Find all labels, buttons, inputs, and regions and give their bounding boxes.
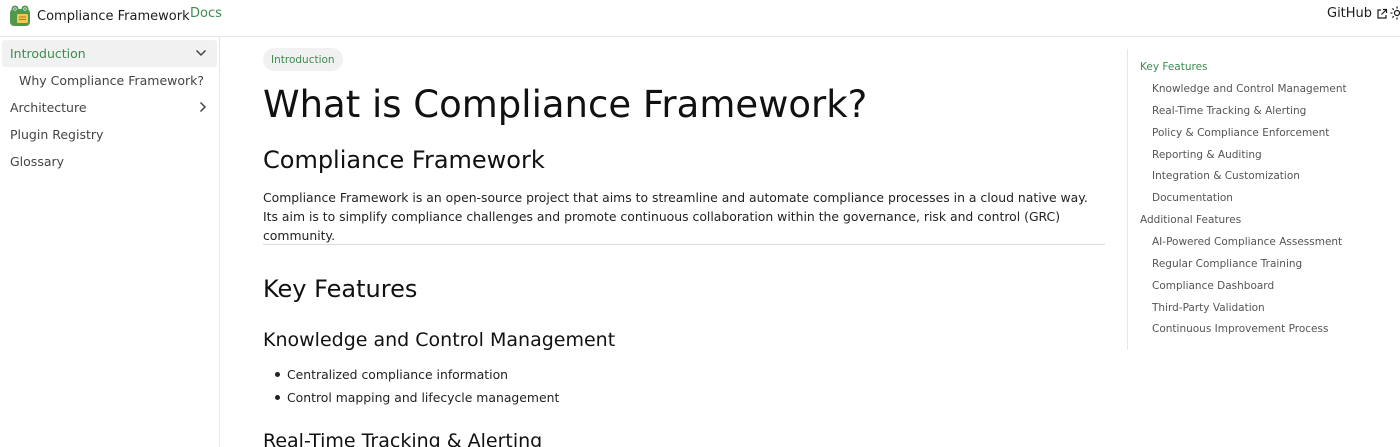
section-heading-key-features: Key Features (263, 275, 418, 303)
divider (263, 244, 1105, 245)
toc-item-continuous-improvement[interactable]: Continuous Improvement Process (1152, 323, 1328, 335)
subheading-realtime-tracking: Real-Time Tracking & Alerting (263, 430, 543, 447)
sidebar-item-label: Plugin Registry (10, 127, 104, 142)
sidebar-item-architecture[interactable]: Architecture (0, 94, 219, 121)
toc-item-additional-features[interactable]: Additional Features (1140, 214, 1241, 226)
sidebar: Introduction Why Compliance Framework? A… (0, 37, 220, 447)
toc-item-knowledge-control[interactable]: Knowledge and Control Management (1152, 83, 1347, 95)
toc-item-ai-assessment[interactable]: AI-Powered Compliance Assessment (1152, 236, 1342, 248)
intro-paragraph: Compliance Framework is an open-source p… (263, 190, 1088, 243)
sidebar-item-label: Architecture (10, 100, 87, 115)
sidebar-item-introduction[interactable]: Introduction (2, 40, 217, 67)
list-item: Control mapping and lifecycle management (274, 388, 559, 411)
frog-logo-icon (10, 5, 30, 26)
toc-item-dashboard[interactable]: Compliance Dashboard (1152, 280, 1274, 292)
sidebar-item-glossary[interactable]: Glossary (0, 148, 219, 175)
sidebar-item-plugin-registry[interactable]: Plugin Registry (0, 121, 219, 148)
chevron-right-icon[interactable] (197, 101, 209, 113)
toc-item-documentation[interactable]: Documentation (1152, 192, 1233, 204)
toc-item-integration[interactable]: Integration & Customization (1152, 170, 1300, 182)
sidebar-item-label: Introduction (10, 46, 86, 61)
toc-item-reporting-auditing[interactable]: Reporting & Auditing (1152, 149, 1262, 161)
list-item: Centralized compliance information (274, 365, 559, 388)
toc-item-key-features[interactable]: Key Features (1140, 61, 1208, 73)
sidebar-item-label: Why Compliance Framework? (19, 73, 205, 88)
breadcrumb-badge[interactable]: Introduction (263, 48, 343, 71)
github-label: GitHub (1327, 6, 1373, 21)
sidebar-item-why-compliance-framework[interactable]: Why Compliance Framework? (0, 67, 219, 94)
external-link-icon (1377, 8, 1388, 19)
main-content: Introduction What is Compliance Framewor… (263, 37, 1105, 447)
subheading-knowledge-control: Knowledge and Control Management (263, 329, 616, 351)
brand-link[interactable]: Compliance Framework (8, 3, 190, 29)
toc-item-third-party-validation[interactable]: Third-Party Validation (1152, 302, 1265, 314)
table-of-contents: Key Features Knowledge and Control Manag… (1127, 49, 1387, 350)
toc-item-policy-enforcement[interactable]: Policy & Compliance Enforcement (1152, 127, 1329, 139)
knowledge-bullet-list: Centralized compliance information Contr… (274, 365, 559, 411)
page-title: What is Compliance Framework? (263, 83, 868, 126)
github-link[interactable]: GitHub (1327, 6, 1388, 21)
chevron-down-icon[interactable] (195, 47, 207, 59)
toc-item-training[interactable]: Regular Compliance Training (1152, 258, 1302, 270)
nav-link-docs[interactable]: Docs (190, 6, 222, 21)
sun-icon[interactable] (1390, 6, 1400, 20)
toc-item-realtime-tracking[interactable]: Real-Time Tracking & Alerting (1152, 105, 1306, 117)
top-navbar: Compliance Framework Docs GitHub (0, 0, 1400, 37)
brand-name: Compliance Framework (37, 8, 190, 24)
section-heading-compliance-framework: Compliance Framework (263, 146, 545, 174)
sidebar-item-label: Glossary (10, 154, 65, 169)
